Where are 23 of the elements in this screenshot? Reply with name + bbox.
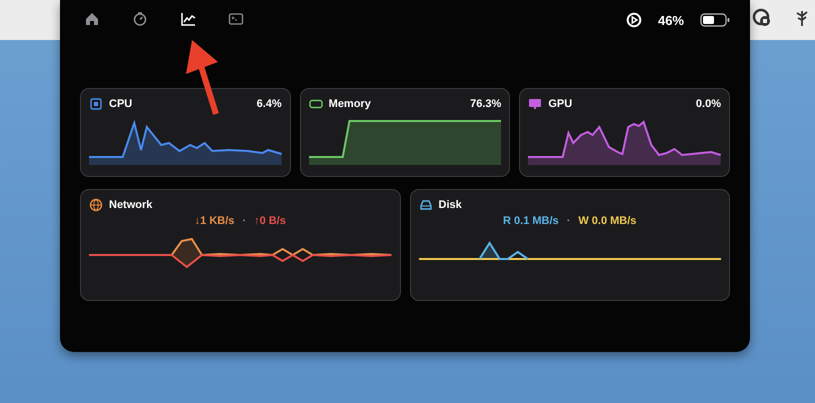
plant-icon[interactable] — [794, 8, 810, 28]
separator-dot: · — [242, 215, 246, 227]
card-title: Memory — [328, 98, 371, 110]
rate-reading: R 0.1 MB/s — [503, 215, 559, 227]
card-title: CPU — [109, 98, 132, 110]
usage-value: 76.3% — [470, 98, 502, 110]
read-line — [478, 241, 528, 260]
rate-reading: ↓1 KB/s — [194, 215, 234, 227]
separator-dot: · — [566, 215, 570, 227]
rate-reading: W 0.0 MB/s — [578, 215, 636, 227]
usage-value: 0.0% — [696, 98, 721, 110]
usage-value: 6.4% — [256, 98, 282, 110]
play-circle-icon[interactable] — [626, 12, 642, 28]
card-title: Disk — [438, 199, 462, 211]
traffic-area — [172, 239, 202, 267]
chart-tab[interactable] — [180, 11, 198, 29]
read-area — [479, 243, 500, 259]
rate-reading: ↑0 B/s — [254, 215, 286, 227]
battery-icon — [700, 13, 730, 27]
card-title: Network — [109, 199, 152, 211]
card-title: GPU — [548, 98, 572, 110]
status-menu-icon[interactable] — [752, 8, 772, 28]
battery-percent: 46% — [658, 12, 684, 28]
